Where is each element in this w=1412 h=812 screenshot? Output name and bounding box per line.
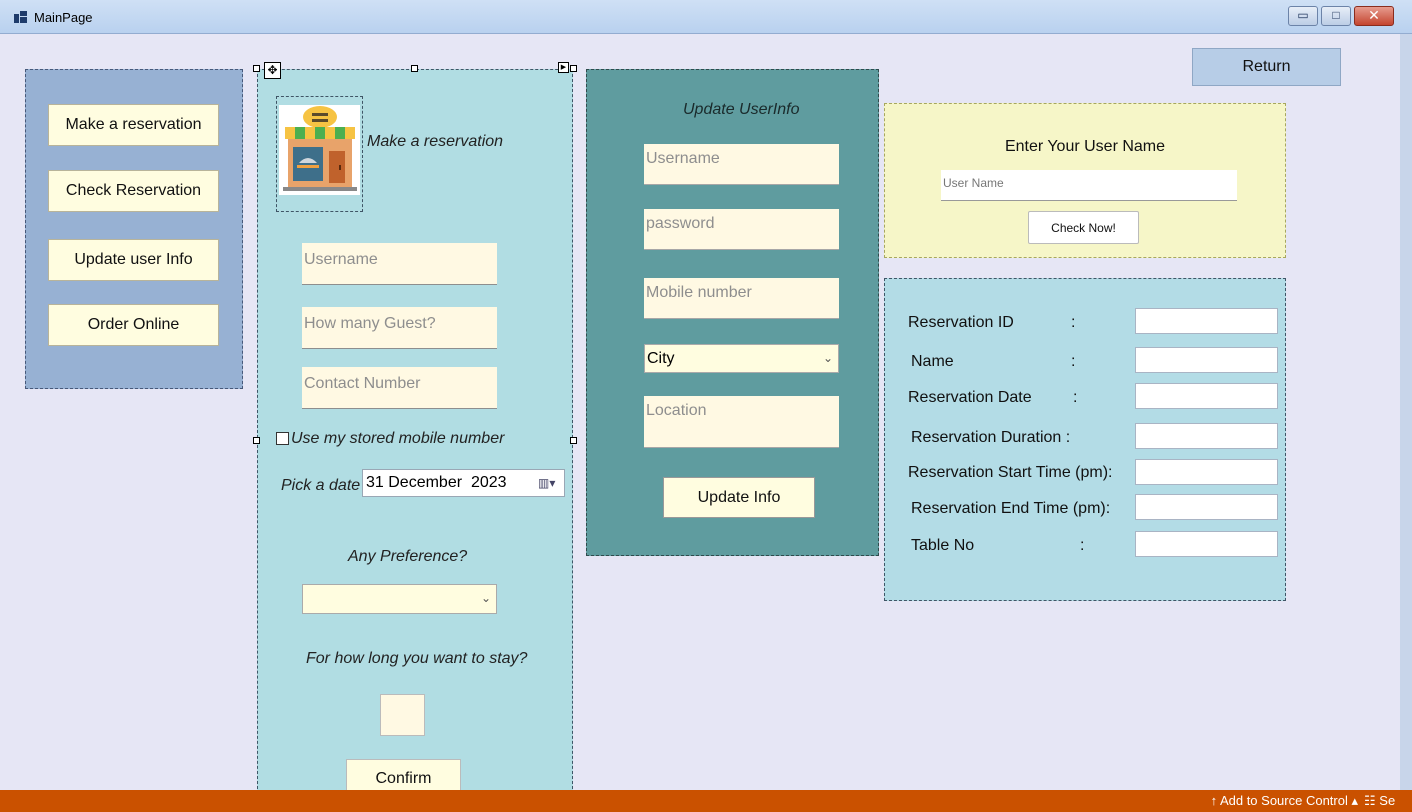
use-stored-number-label: Use my stored mobile number xyxy=(291,430,505,447)
update-mobile-input[interactable]: Mobile number xyxy=(644,278,839,319)
end-time-label: Reservation End Time (pm): xyxy=(911,500,1111,517)
table-no-label: Table No xyxy=(911,537,975,554)
preference-label: Any Preference? xyxy=(348,548,468,565)
stay-duration-label: For how long you want to stay? xyxy=(306,650,528,667)
maximize-button[interactable]: □ xyxy=(1321,6,1351,26)
status-bar: ↑ Add to Source Control ▴ ☷ Se xyxy=(0,790,1412,812)
check-title: Enter Your User Name xyxy=(1004,138,1166,155)
preference-select[interactable]: ⌄ xyxy=(302,584,497,614)
calendar-dropdown-icon[interactable]: ▥▾ xyxy=(538,476,560,490)
update-password-input[interactable]: password xyxy=(644,209,839,250)
nav-check-reservation-button[interactable]: Check Reservation xyxy=(48,170,219,212)
return-button[interactable]: Return xyxy=(1192,48,1341,86)
table-no-colon: : xyxy=(1080,537,1085,554)
resize-handle[interactable] xyxy=(253,437,260,444)
add-to-source-control-button[interactable]: ↑ Add to Source Control ▴ xyxy=(1211,793,1358,809)
designer-edge xyxy=(1400,34,1412,790)
minimize-button[interactable]: ▭ xyxy=(1288,6,1318,26)
reservation-username-input[interactable]: Username xyxy=(302,243,497,285)
use-stored-number-checkbox[interactable] xyxy=(276,432,289,445)
update-info-button[interactable]: Update Info xyxy=(663,477,815,518)
maximize-icon: □ xyxy=(1332,8,1340,22)
close-icon: ✕ xyxy=(1368,7,1380,23)
reservation-duration-value xyxy=(1135,423,1278,449)
reservation-duration-label: Reservation Duration : xyxy=(911,429,1071,446)
date-picker[interactable]: 31 December 2023 ▥▾ xyxy=(362,469,565,497)
server-icon: ☷ xyxy=(1364,793,1376,808)
table-no-value xyxy=(1135,531,1278,557)
chevron-down-icon: ⌄ xyxy=(822,351,833,365)
name-label: Name xyxy=(911,353,954,370)
nav-update-user-info-button[interactable]: Update user Info xyxy=(48,239,219,281)
reservation-id-label: Reservation ID xyxy=(908,314,1014,331)
nav-make-reservation-button[interactable]: Make a reservation xyxy=(48,104,219,146)
close-button[interactable]: ✕ xyxy=(1354,6,1394,26)
app-icon xyxy=(14,11,28,23)
start-time-value xyxy=(1135,459,1278,485)
resize-handle[interactable] xyxy=(411,65,418,72)
resize-handle[interactable] xyxy=(253,65,260,72)
title-bar: MainPage ▭ □ ✕ xyxy=(0,0,1412,34)
nav-order-online-button[interactable]: Order Online xyxy=(48,304,219,346)
start-time-label: Reservation Start Time (pm): xyxy=(908,464,1113,481)
reservation-date-label: Reservation Date xyxy=(908,389,1032,406)
check-username-input[interactable]: User Name xyxy=(941,170,1237,201)
minimize-icon: ▭ xyxy=(1297,8,1309,22)
check-now-button[interactable]: Check Now! xyxy=(1028,211,1139,244)
end-time-value xyxy=(1135,494,1278,520)
pick-date-label: Pick a date xyxy=(281,477,361,494)
city-select[interactable]: City ⌄ xyxy=(644,344,839,373)
name-value xyxy=(1135,347,1278,373)
nav-panel: Make a reservation Check Reservation Upd… xyxy=(25,69,243,389)
reservation-id-value xyxy=(1135,308,1278,334)
city-value: City xyxy=(647,350,675,367)
window-title: MainPage xyxy=(34,10,93,25)
status-right-item[interactable]: ☷ Se xyxy=(1364,793,1412,809)
move-handle-icon[interactable]: ✥ xyxy=(264,62,281,79)
restaurant-storefront-icon xyxy=(283,106,357,191)
stay-duration-input[interactable] xyxy=(380,694,425,736)
smart-tag-icon[interactable]: ▶ xyxy=(558,62,569,73)
restaurant-logo xyxy=(276,96,363,212)
reservation-date-colon: : xyxy=(1073,389,1078,406)
resize-handle[interactable] xyxy=(570,65,577,72)
status-right-label: Se xyxy=(1379,793,1396,808)
update-username-input[interactable]: Username xyxy=(644,144,839,185)
reservation-id-colon: : xyxy=(1071,314,1076,331)
guest-count-input[interactable]: How many Guest? xyxy=(302,307,497,349)
name-colon: : xyxy=(1071,353,1076,370)
reservation-date-value xyxy=(1135,383,1278,409)
update-heading: Update UserInfo xyxy=(683,101,800,118)
date-value: 31 December 2023 xyxy=(366,474,507,491)
resize-handle[interactable] xyxy=(570,437,577,444)
contact-number-input[interactable]: Contact Number xyxy=(302,367,497,409)
chevron-down-icon: ⌄ xyxy=(480,591,491,605)
location-input[interactable]: Location xyxy=(644,396,839,448)
reservation-heading: Make a reservation xyxy=(367,133,504,150)
